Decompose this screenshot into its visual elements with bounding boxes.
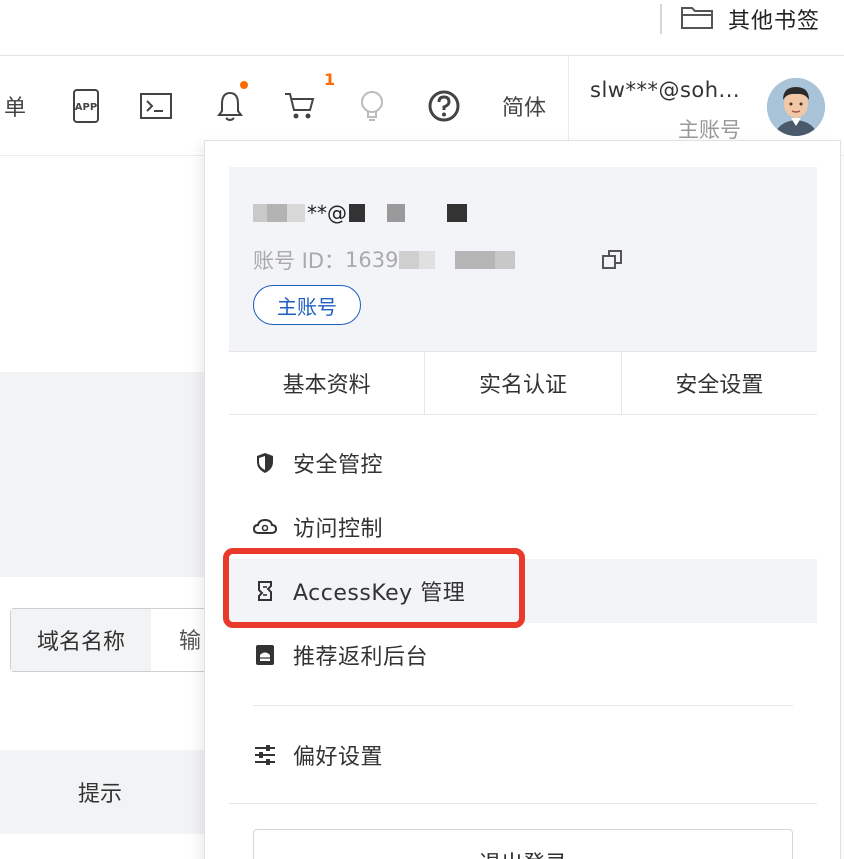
- page-content-band: [0, 372, 210, 577]
- mask-block: [349, 204, 365, 222]
- app-icon[interactable]: APP: [66, 56, 106, 156]
- rebate-icon: [253, 644, 277, 666]
- menu-item-rebate-backend[interactable]: 推荐返利后台: [229, 623, 817, 687]
- menu-item-label: 推荐返利后台: [293, 645, 429, 670]
- search-input[interactable]: 输: [179, 623, 201, 655]
- masked-email-text: **@: [307, 201, 347, 225]
- sliders-icon: [253, 744, 277, 766]
- key-icon: [253, 580, 277, 602]
- user-name[interactable]: slw***@soh...: [590, 78, 740, 102]
- cart-count-badge: 1: [324, 70, 336, 89]
- masked-email: **@: [253, 201, 467, 225]
- logout-button[interactable]: 退出登录: [253, 829, 793, 859]
- nav-orders-label: 单: [3, 96, 26, 121]
- search-type-select[interactable]: 域名名称: [11, 609, 151, 671]
- avatar[interactable]: [767, 78, 825, 136]
- menu-divider: [253, 705, 793, 706]
- table-header-hint: 提示: [78, 782, 123, 807]
- account-id: 账号 ID： 1639: [253, 245, 515, 275]
- menu-item-security-control[interactable]: 安全管控: [229, 431, 817, 495]
- tab-basic-info[interactable]: 基本资料: [229, 352, 424, 414]
- notification-dot: [240, 81, 248, 89]
- mask-block: [418, 251, 435, 269]
- mask-block: [267, 204, 287, 222]
- tab-real-name[interactable]: 实名认证: [424, 352, 620, 414]
- svg-text:APP: APP: [75, 102, 97, 113]
- mask-block: [447, 204, 467, 222]
- mask-block: [287, 204, 305, 222]
- mask-block: [253, 204, 267, 222]
- mask-block: [494, 251, 515, 269]
- mask-block: [454, 251, 495, 269]
- terminal-icon[interactable]: [136, 56, 176, 156]
- tab-security-settings[interactable]: 安全设置: [620, 352, 817, 414]
- bookmark-folder-other[interactable]: 其他书签: [680, 4, 820, 34]
- main-account-tag: 主账号: [253, 285, 361, 325]
- account-id-value: 1639: [345, 248, 399, 272]
- language-label: 简体: [501, 96, 546, 121]
- account-id-label: 账号 ID：: [253, 249, 346, 273]
- copy-icon[interactable]: [601, 249, 623, 275]
- shield-icon: [253, 452, 277, 474]
- profile-tabs: 基本资料 实名认证 安全设置: [229, 351, 817, 415]
- menu-item-label: 安全管控: [293, 453, 384, 478]
- mask-block: [398, 251, 419, 269]
- logout-label: 退出登录: [479, 846, 567, 859]
- menu-item-label: 访问控制: [293, 517, 384, 542]
- menu-item-access-control[interactable]: 访问控制: [229, 495, 817, 559]
- profile-card: **@ 账号 ID： 1639 主账号: [229, 167, 817, 351]
- account-dropdown: **@ 账号 ID： 1639 主账号 基本资料 实名认证 安全设置 安全管控: [204, 140, 841, 859]
- table-header: 提示: [0, 750, 210, 834]
- folder-icon: [680, 4, 714, 34]
- bookmarks-separator: [660, 4, 662, 34]
- bookmarks-bar: 其他书签: [0, 0, 844, 56]
- nav-orders-link[interactable]: 单: [0, 56, 30, 156]
- menu-divider: [229, 803, 817, 804]
- menu-item-label: 偏好设置: [293, 745, 384, 770]
- search-type-label: 域名名称: [36, 630, 125, 655]
- cloud-icon: [253, 518, 277, 536]
- menu-item-label: AccessKey 管理: [293, 581, 466, 606]
- bookmark-folder-label: 其他书签: [728, 9, 821, 34]
- menu-item-preferences[interactable]: 偏好设置: [229, 723, 817, 787]
- mask-block: [387, 204, 405, 222]
- menu-item-accesskey-management[interactable]: AccessKey 管理: [229, 559, 817, 623]
